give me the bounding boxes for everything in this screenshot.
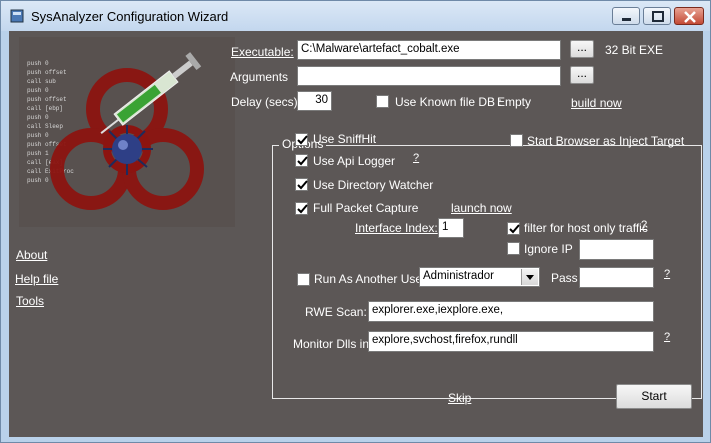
close-button[interactable] [674, 7, 704, 25]
browse-executable-button[interactable]: ... [570, 40, 594, 58]
maximize-button[interactable] [643, 7, 671, 25]
run-as-user-select[interactable]: Administrador [419, 267, 540, 287]
checkmark-icon [509, 224, 520, 234]
checkmark-icon [297, 180, 308, 190]
window-title: SysAnalyzer Configuration Wizard [31, 9, 229, 24]
packet-capture-label: Full Packet Capture [313, 201, 419, 215]
arguments-input[interactable] [297, 66, 561, 86]
rwe-scan-input[interactable]: explorer.exe,iexplore.exe, [368, 301, 654, 322]
ignore-ip-input[interactable] [579, 239, 654, 260]
packet-capture-checkbox[interactable] [295, 202, 308, 215]
chevron-down-icon [526, 275, 534, 280]
minimize-button[interactable] [612, 7, 640, 25]
monitor-dlls-label: Monitor Dlls in: [293, 337, 373, 351]
tools-link[interactable]: Tools [16, 294, 44, 308]
ignore-ip-label: Ignore IP [524, 242, 573, 256]
filter-host-checkbox[interactable] [507, 222, 520, 235]
close-icon [684, 11, 696, 23]
checkmark-icon [297, 204, 308, 214]
executable-input[interactable]: C:\Malware\artefact_cobalt.exe [297, 40, 561, 60]
api-logger-label: Use Api Logger [313, 154, 396, 168]
title-bar[interactable]: SysAnalyzer Configuration Wizard [1, 1, 710, 31]
run-as-help-link[interactable]: ? [664, 268, 670, 280]
known-db-label: Use Known file DB : [395, 95, 502, 109]
interface-index-label[interactable]: Interface Index: [355, 221, 438, 235]
launch-now-link[interactable]: launch now [451, 201, 512, 215]
rwe-scan-label: RWE Scan: [305, 305, 367, 319]
minimize-icon [622, 18, 631, 21]
password-input[interactable] [579, 267, 654, 288]
directory-watcher-checkbox[interactable] [295, 178, 308, 191]
build-now-link[interactable]: build now [571, 96, 622, 110]
inject-target-label: Start Browser as Inject Target [527, 134, 685, 148]
exe-type-label: 32 Bit EXE [605, 43, 664, 57]
app-icon [10, 9, 24, 23]
checkmark-icon [297, 156, 308, 166]
sniffhit-checkbox[interactable] [295, 133, 308, 146]
run-as-checkbox[interactable] [297, 273, 310, 286]
biohazard-icon [50, 52, 204, 210]
known-db-status: Empty [497, 95, 532, 109]
api-logger-help-link[interactable]: ? [413, 152, 419, 164]
delay-label: Delay (secs) [231, 95, 298, 109]
skip-link[interactable]: Skip [448, 391, 471, 405]
pass-label: Pass [551, 271, 578, 285]
arguments-label: Arguments [230, 70, 289, 84]
filter-host-label: filter for host only traffic [524, 221, 648, 235]
ignore-ip-checkbox[interactable] [507, 242, 520, 255]
directory-watcher-label: Use Directory Watcher [313, 178, 434, 192]
maximize-icon [652, 11, 664, 22]
inject-target-checkbox[interactable] [510, 134, 523, 147]
biohazard-logo: push 0 push offset call sub push 0 push offs… [19, 37, 235, 227]
about-link[interactable]: About [16, 248, 47, 262]
browse-arguments-button[interactable]: ... [570, 66, 594, 84]
run-as-user-value: Administrador [423, 270, 494, 282]
start-button[interactable]: Start [616, 384, 692, 409]
interface-index-input[interactable]: 1 [438, 218, 464, 238]
sniffhit-label: Use SniffHit [313, 132, 377, 146]
dropdown-arrow[interactable] [521, 269, 538, 285]
known-db-checkbox[interactable] [376, 95, 389, 108]
delay-input[interactable]: 30 [297, 91, 332, 111]
checkmark-icon [297, 135, 308, 145]
executable-label[interactable]: Executable: [231, 45, 294, 59]
monitor-dlls-help-link[interactable]: ? [664, 331, 670, 343]
run-as-label: Run As Another User [314, 272, 427, 286]
filter-host-help-link[interactable]: ? [641, 219, 647, 231]
api-logger-checkbox[interactable] [295, 154, 308, 167]
app-window: SysAnalyzer Configuration Wizard push 0p… [0, 0, 711, 443]
monitor-dlls-input[interactable]: explore,svchost,firefox,rundll [368, 331, 654, 352]
help-file-link[interactable]: Help file [15, 272, 58, 286]
wizard-body: push 0 push offset call sub push 0 push offs… [9, 31, 703, 437]
